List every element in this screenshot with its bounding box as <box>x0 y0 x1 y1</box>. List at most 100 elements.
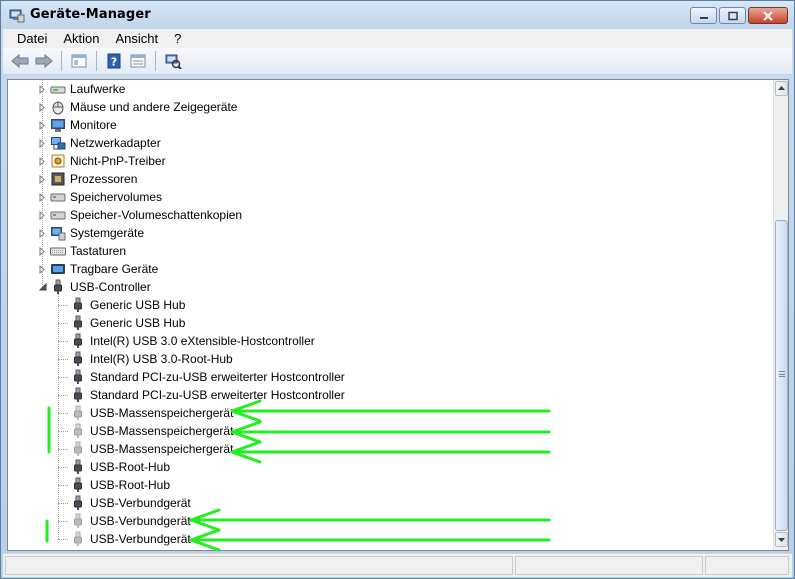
tree-category-8[interactable]: Systemgeräte <box>38 224 144 242</box>
usb-plug-icon <box>70 495 86 511</box>
menu-action[interactable]: Aktion <box>55 31 107 46</box>
status-pane-right <box>705 556 789 575</box>
tree-item-label: USB-Root-Hub <box>90 478 171 492</box>
device-tree[interactable]: Laufwerke Mäuse und andere Zeigegeräte Mon… <box>8 80 773 550</box>
usb-device-item[interactable]: Generic USB Hub <box>58 296 185 314</box>
keyboard-icon <box>50 243 66 259</box>
tree-category-11[interactable]: USB-Controller <box>38 278 151 296</box>
tree-connector <box>58 467 68 468</box>
vertical-scrollbar[interactable] <box>773 80 788 550</box>
device-manager-icon <box>9 9 25 23</box>
driver-icon <box>50 153 66 169</box>
tree-item-label: USB-Verbundgerät <box>90 496 191 510</box>
drive-icon <box>50 81 66 97</box>
tree-item-label: USB-Root-Hub <box>90 460 171 474</box>
tree-category-4[interactable]: Nicht-PnP-Treiber <box>38 152 166 170</box>
tree-item-label: Mäuse und andere Zeigegeräte <box>70 100 238 114</box>
tree-category-9[interactable]: Tastaturen <box>38 242 126 260</box>
maximize-button[interactable] <box>719 7 746 24</box>
usb-plug-grey-icon <box>70 441 86 457</box>
network-icon <box>50 135 66 151</box>
device-manager-window: Geräte-Manager Datei Aktion Ansicht ? ? … <box>0 0 795 579</box>
forward-icon <box>35 54 53 68</box>
usb-plug-icon <box>70 369 86 385</box>
scan-hardware-icon <box>165 54 182 69</box>
mouse-icon <box>50 99 66 115</box>
menu-help[interactable]: ? <box>166 31 189 46</box>
tree-item-label: USB-Verbundgerät <box>90 514 191 528</box>
toolbar: ? <box>3 48 792 75</box>
scan-hardware-button[interactable] <box>162 50 184 72</box>
usb-plug-icon <box>70 351 86 367</box>
usb-device-item[interactable]: Intel(R) USB 3.0 eXtensible-Hostcontroll… <box>58 332 315 350</box>
tree-item-label: USB-Verbundgerät <box>90 532 191 546</box>
tree-connector <box>58 323 68 324</box>
window-title: Geräte-Manager <box>30 7 151 22</box>
properties-button[interactable] <box>127 50 149 72</box>
device-tree-panel: Laufwerke Mäuse und andere Zeigegeräte Mon… <box>7 79 789 551</box>
tree-category-2[interactable]: Monitore <box>38 116 117 134</box>
scroll-down-button[interactable] <box>775 532 788 547</box>
show-hide-console-tree-button[interactable] <box>68 50 90 72</box>
usb-plug-icon <box>70 333 86 349</box>
tree-category-3[interactable]: Netzwerkadapter <box>38 134 161 152</box>
menu-file[interactable]: Datei <box>9 31 55 46</box>
tree-connector <box>42 80 43 287</box>
tree-category-6[interactable]: Speichervolumes <box>38 188 162 206</box>
tree-connector <box>58 485 68 486</box>
close-button[interactable] <box>748 7 788 24</box>
tree-connector <box>58 305 68 306</box>
tree-category-1[interactable]: Mäuse und andere Zeigegeräte <box>38 98 237 116</box>
scroll-up-button[interactable] <box>775 81 788 96</box>
usb-device-item[interactable]: Intel(R) USB 3.0-Root-Hub <box>58 350 233 368</box>
tree-connector <box>58 539 68 540</box>
usb-plug-icon <box>70 459 86 475</box>
toolbar-separator <box>96 51 97 71</box>
tree-category-7[interactable]: Speicher-Volumeschattenkopien <box>38 206 242 224</box>
tree-connector <box>58 395 68 396</box>
title-bar[interactable]: Geräte-Manager <box>1 1 794 29</box>
usb-device-item[interactable]: USB-Massenspeichergerät <box>58 422 233 440</box>
tree-category-10[interactable]: Tragbare Geräte <box>38 260 158 278</box>
forward-button[interactable] <box>33 50 55 72</box>
minimize-icon <box>699 16 708 19</box>
usb-plug-icon <box>50 279 66 295</box>
tree-connector <box>58 294 59 539</box>
usb-device-item[interactable]: USB-Root-Hub <box>58 476 170 494</box>
usb-device-item[interactable]: USB-Verbundgerät <box>58 530 191 548</box>
tree-connector <box>58 449 68 450</box>
tree-item-label: USB-Controller <box>70 280 151 294</box>
tree-item-label: Tastaturen <box>70 244 127 258</box>
scrollbar-thumb[interactable] <box>775 220 788 531</box>
maximize-icon <box>727 11 738 20</box>
tree-item-label: Standard PCI-zu-USB erweiterter Hostcont… <box>90 370 345 384</box>
tree-category-0[interactable]: Laufwerke <box>38 80 125 98</box>
properties-icon <box>130 54 146 68</box>
menu-view[interactable]: Ansicht <box>108 31 167 46</box>
tree-category-5[interactable]: Prozessoren <box>38 170 137 188</box>
usb-device-item[interactable]: USB-Massenspeichergerät <box>58 440 233 458</box>
monitor-icon <box>50 117 66 133</box>
tree-connector <box>58 521 68 522</box>
usb-device-item[interactable]: USB-Verbundgerät <box>58 494 191 512</box>
usb-device-item[interactable]: USB-Root-Hub <box>58 458 170 476</box>
usb-plug-icon <box>70 315 86 331</box>
tree-item-label: Laufwerke <box>70 82 126 96</box>
back-icon <box>11 54 29 68</box>
usb-device-item[interactable]: Generic USB Hub <box>58 314 185 332</box>
menu-bar: Datei Aktion Ansicht ? <box>3 29 792 48</box>
tree-item-label: Systemgeräte <box>70 226 145 240</box>
tree-item-label: Prozessoren <box>70 172 138 186</box>
usb-device-item[interactable]: USB-Verbundgerät <box>58 512 191 530</box>
scrollbar-grip-icon <box>779 371 785 377</box>
tree-item-label: Speicher-Volumeschattenkopien <box>70 208 243 222</box>
minimize-button[interactable] <box>690 7 717 24</box>
help-button[interactable]: ? <box>103 50 125 72</box>
usb-device-item[interactable]: USB-Massenspeichergerät <box>58 404 233 422</box>
close-icon <box>763 10 773 21</box>
back-button[interactable] <box>9 50 31 72</box>
svg-text:?: ? <box>111 56 117 69</box>
usb-device-item[interactable]: Standard PCI-zu-USB erweiterter Hostcont… <box>58 386 345 404</box>
usb-device-item[interactable]: Standard PCI-zu-USB erweiterter Hostcont… <box>58 368 345 386</box>
tree-item-label: USB-Massenspeichergerät <box>90 424 234 438</box>
